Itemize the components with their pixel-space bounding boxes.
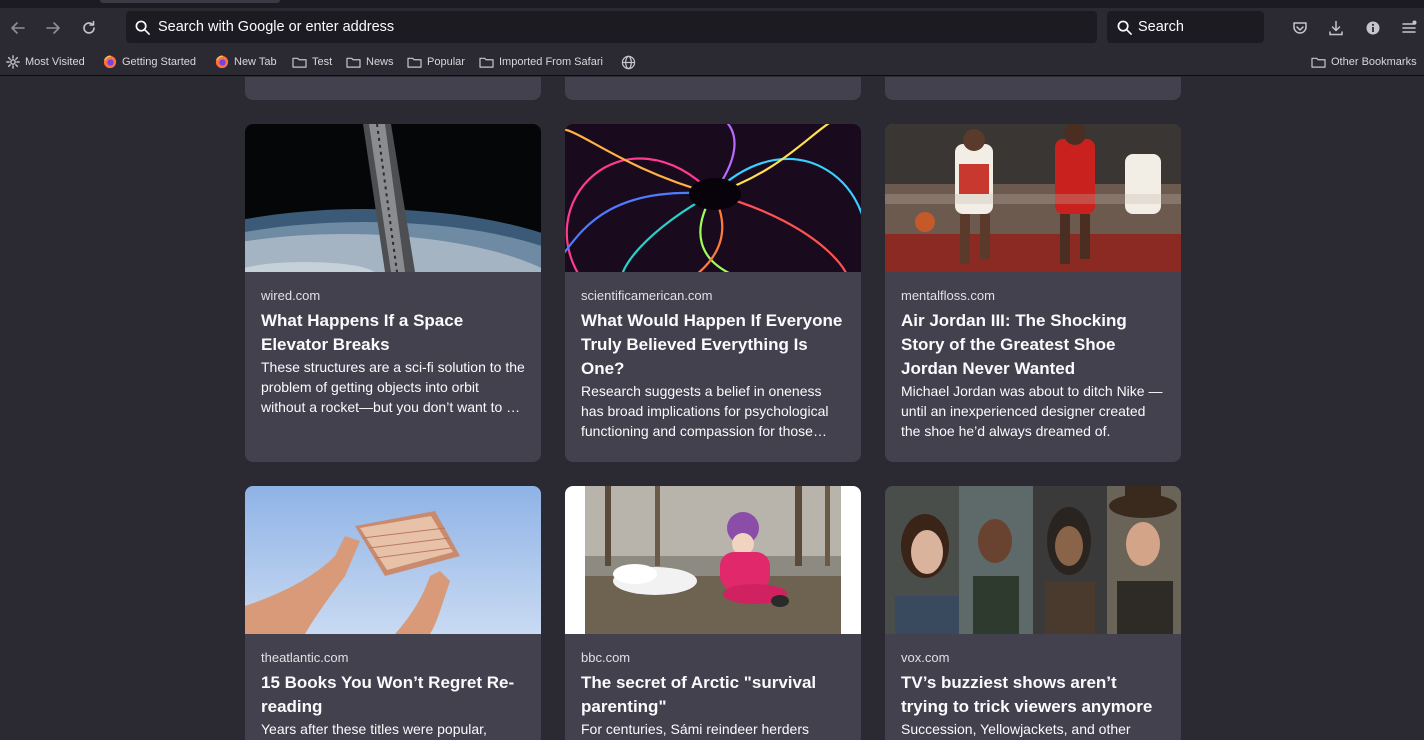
reload-icon: [83, 20, 95, 34]
story-source: bbc.com: [581, 650, 631, 665]
downloads-button[interactable]: [1324, 16, 1348, 40]
story-source: mentalfloss.com: [901, 288, 995, 303]
story-card[interactable]: theatlantic.com 15 Books You Won’t Regre…: [245, 486, 541, 740]
bookmark-label: Getting Started: [122, 56, 196, 68]
forward-arrow-icon: [46, 22, 60, 34]
story-thumbnail: [885, 124, 1181, 272]
story-thumbnail: [885, 486, 1181, 634]
bookmark-most-visited[interactable]: Most Visited: [6, 53, 85, 71]
bookmark-folder-test[interactable]: Test: [292, 53, 332, 71]
bookmark-getting-started[interactable]: Getting Started: [103, 53, 196, 71]
bookmark-folder-imported[interactable]: Imported From Safari: [479, 53, 603, 71]
globe-icon: [621, 55, 636, 69]
new-tab-content: wired.com What Happens If a Space Elevat…: [0, 77, 1424, 740]
story-card[interactable]: mentalfloss.com Air Jordan III: The Shoc…: [885, 124, 1181, 462]
story-title: What Would Happen If Everyone Truly Beli…: [581, 311, 843, 378]
story-source: wired.com: [261, 288, 321, 303]
bookmark-label: Most Visited: [25, 56, 85, 68]
story-source: vox.com: [901, 650, 950, 665]
bookmark-folder-other[interactable]: Other Bookmarks: [1311, 53, 1417, 71]
pocket-icon: [1293, 22, 1307, 34]
reload-button[interactable]: [75, 16, 103, 40]
firefox-icon: [103, 55, 117, 69]
back-button[interactable]: [4, 16, 32, 40]
story-excerpt: Research suggests a belief in oneness ha…: [581, 383, 829, 439]
story-source: theatlantic.com: [261, 650, 349, 665]
search-icon: [135, 20, 150, 35]
pocket-button[interactable]: [1288, 16, 1312, 40]
bookmark-label: Test: [312, 56, 333, 68]
gear-icon: [6, 55, 20, 69]
story-title: 15 Books You Won’t Regret Re-reading: [261, 673, 515, 716]
story-card-partial[interactable]: [245, 77, 541, 100]
info-icon: [1366, 21, 1380, 35]
story-excerpt: These structures are a sci-fi solution t…: [261, 359, 525, 415]
story-title: Air Jordan III: The Shocking Story of th…: [901, 311, 1127, 378]
story-title: The secret of Arctic "survival parenting…: [581, 673, 817, 716]
extension-button[interactable]: [1361, 16, 1385, 40]
bookmark-new-tab[interactable]: New Tab: [215, 53, 277, 71]
story-thumbnail: [245, 486, 541, 634]
firefox-icon: [215, 55, 229, 69]
search-bar-label: Search: [1138, 19, 1184, 35]
folder-icon: [346, 57, 361, 68]
forward-button[interactable]: [39, 16, 67, 40]
story-excerpt: Michael Jordan was about to ditch Nike —…: [901, 383, 1163, 439]
story-card-partial[interactable]: [565, 77, 861, 100]
story-source: scientificamerican.com: [581, 288, 713, 303]
bookmark-globe[interactable]: [621, 53, 641, 71]
bookmark-label: Imported From Safari: [499, 56, 603, 68]
folder-icon: [292, 57, 307, 68]
address-placeholder: Search with Google or enter address: [158, 19, 395, 35]
story-title: What Happens If a Space Elevator Breaks: [261, 311, 464, 354]
tab-strip: [0, 0, 1424, 8]
bookmark-label: News: [366, 56, 394, 68]
folder-icon: [407, 57, 422, 68]
story-thumbnail: [245, 124, 541, 272]
search-icon: [1117, 20, 1132, 35]
story-card-partial[interactable]: [885, 77, 1181, 100]
story-excerpt: Years after these titles were popular,: [261, 721, 487, 737]
bookmarks-toolbar: Most Visited Getting Started New Tab Tes…: [0, 48, 1424, 76]
folder-icon: [479, 57, 494, 68]
story-excerpt: Succession, Yellowjackets, and other: [901, 721, 1131, 737]
story-thumbnail: [565, 124, 861, 272]
download-icon: [1329, 20, 1343, 36]
bookmark-folder-popular[interactable]: Popular: [407, 53, 465, 71]
story-card[interactable]: wired.com What Happens If a Space Elevat…: [245, 124, 541, 462]
back-arrow-icon: [11, 22, 25, 34]
bookmark-label: Popular: [427, 56, 465, 68]
active-tab-indicator[interactable]: [100, 0, 280, 3]
story-card[interactable]: bbc.com The secret of Arctic "survival p…: [565, 486, 861, 740]
hamburger-menu-icon: [1402, 20, 1417, 33]
bookmark-label: New Tab: [234, 56, 277, 68]
story-card[interactable]: vox.com TV’s buzziest shows aren’t tryin…: [885, 486, 1181, 740]
bookmark-folder-news[interactable]: News: [346, 53, 394, 71]
nav-toolbar: Search with Google or enter address Sear…: [0, 8, 1424, 48]
story-thumbnail: [565, 486, 861, 634]
story-title: TV’s buzziest shows aren’t trying to tri…: [901, 673, 1153, 716]
folder-icon: [1311, 57, 1326, 68]
app-menu-button[interactable]: [1397, 16, 1421, 40]
story-card[interactable]: scientificamerican.com What Would Happen…: [565, 124, 861, 462]
search-bar[interactable]: Search: [1107, 11, 1264, 43]
bookmark-label: Other Bookmarks: [1331, 56, 1417, 68]
story-excerpt: For centuries, Sámi reindeer herders: [581, 721, 809, 737]
address-bar[interactable]: Search with Google or enter address: [126, 11, 1097, 43]
